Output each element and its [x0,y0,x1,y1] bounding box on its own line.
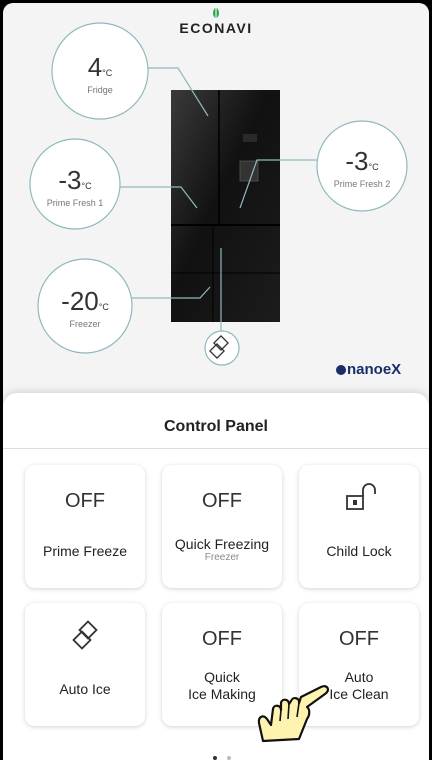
control-panel-divider [3,448,429,449]
auto-ice-clean-label-line2: Ice Clean [329,686,389,702]
fridge-temp-unit: °C [102,68,113,78]
auto-ice-card[interactable]: Auto Ice [25,603,145,726]
control-panel-title: Control Panel [163,418,268,435]
prime-fresh-2-temp-unit: °C [368,162,379,172]
prime-fresh-1-temp[interactable]: -3°C Prime Fresh 1 [30,165,120,208]
prime-fresh-2-temp[interactable]: -3°C Prime Fresh 2 [317,146,407,189]
fridge-label: Fridge [87,85,113,95]
prime-fresh-1-temp-value: -3 [58,165,82,195]
prime-fresh-1-label: Prime Fresh 1 [46,198,104,208]
quick-freezing-label: Quick Freezing [174,536,270,552]
prime-fresh-2-temp-value: -3 [345,146,369,176]
tap-hand-icon [257,685,330,743]
app-screen: ECONAVI 4°C Fridge -3°C Prime Fresh 1 -3… [3,3,429,760]
freezer-temp-unit: °C [98,302,109,312]
fridge-temp[interactable]: 4°C Fridge [52,52,148,95]
child-lock-label: Child Lock [326,543,392,559]
page-dot-active[interactable] [213,756,217,760]
auto-ice-label: Auto Ice [59,681,111,697]
prime-freeze-label: Prime Freeze [42,543,128,559]
quick-freezing-state: OFF [202,490,242,512]
device-frame: ECONAVI 4°C Fridge -3°C Prime Fresh 1 -3… [0,0,432,760]
nanoe-logo: nanoeX [336,361,401,378]
quick-ice-making-label-line2: Ice Making [188,686,256,702]
nanoe-dot-icon [336,365,346,376]
control-panel: Control Panel OFF Prime Freeze OFF Quick… [3,393,429,760]
auto-ice-clean-label-line1: Auto [344,669,374,685]
prime-fresh-1-temp-unit: °C [81,181,92,191]
quick-ice-making-label-line1: Quick [204,669,240,685]
ice-cubes-icon [72,620,98,650]
prime-freeze-card[interactable]: OFF Prime Freeze [25,465,145,588]
child-lock-card[interactable]: Child Lock [299,465,419,588]
nanoe-wordmark: nanoeX [347,361,402,378]
auto-ice-clean-state: OFF [339,628,379,650]
freezer-label: Freezer [69,319,101,329]
ice-maker-icon[interactable] [204,330,240,366]
quick-freezing-card[interactable]: OFF Quick Freezing Freezer [162,465,282,588]
prime-fresh-2-label: Prime Fresh 2 [333,179,391,189]
freezer-temp[interactable]: -20°C Freezer [38,286,132,329]
freezer-temp-value: -20 [61,286,99,316]
padlock-open-icon [346,483,376,510]
quick-ice-making-state: OFF [202,628,242,650]
refrigerator-illustration [171,90,280,322]
page-dot-inactive[interactable] [227,756,231,760]
prime-freeze-state: OFF [65,490,105,512]
quick-freezing-sublabel: Freezer [204,552,240,563]
fridge-temp-value: 4 [87,52,103,82]
page-indicator [208,747,236,760]
